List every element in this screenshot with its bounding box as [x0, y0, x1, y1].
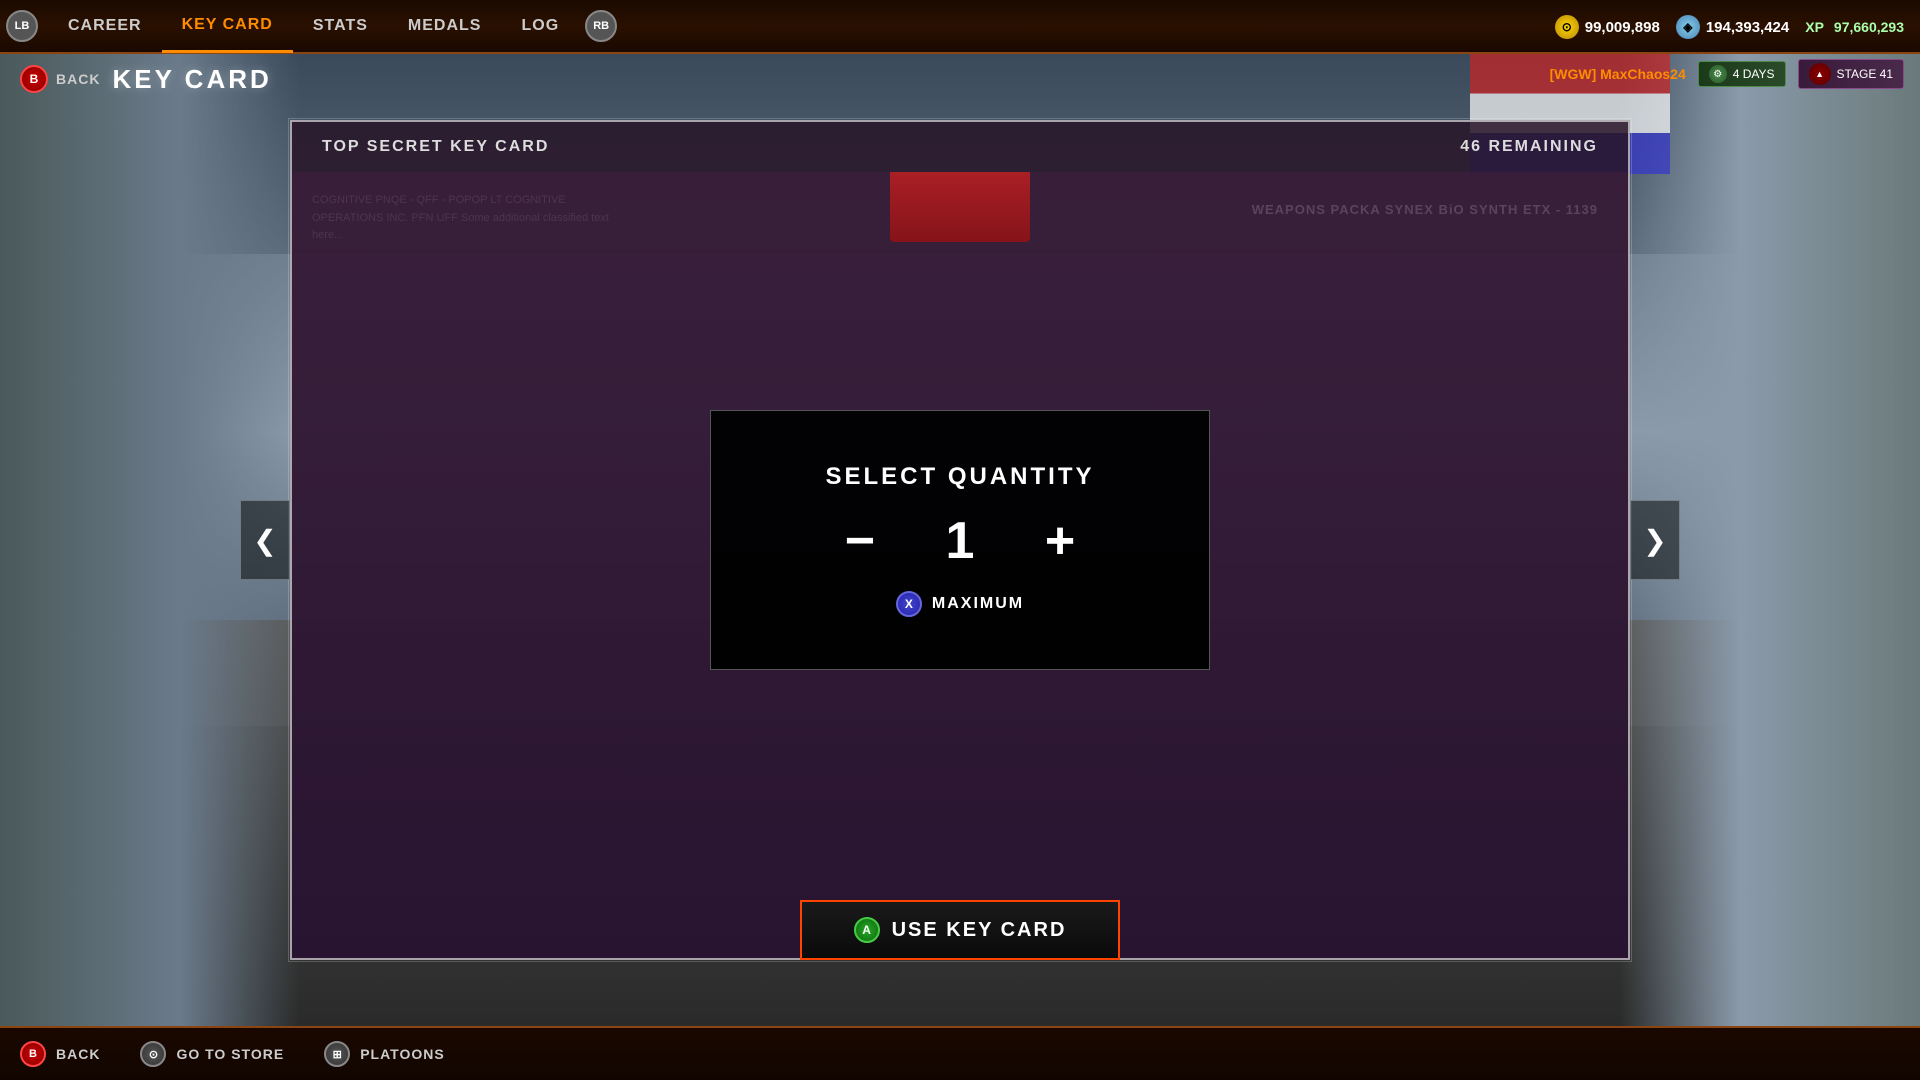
quantity-value: 1 — [930, 511, 990, 571]
days-badge: ⚙ 4 DAYS — [1698, 61, 1786, 87]
next-card-arrow[interactable]: ❯ — [1630, 500, 1680, 580]
maximum-button[interactable]: X MAXIMUM — [896, 591, 1024, 617]
platoons-label: PLATOONS — [360, 1046, 445, 1062]
nav-item-career[interactable]: CAREER — [48, 0, 162, 53]
use-keycard-label: USE KEY CARD — [892, 919, 1067, 942]
gem-value: 194,393,424 — [1706, 19, 1789, 36]
lb-button[interactable]: LB — [6, 10, 38, 42]
stage-icon: ▲ — [1809, 63, 1831, 85]
currency-display: ⊙ 99,009,898 ◈ 194,393,424 XP 97,660,293 — [1555, 0, 1920, 54]
plus-button[interactable]: + — [1030, 511, 1090, 571]
days-icon: ⚙ — [1709, 65, 1727, 83]
xp-value: 97,660,293 — [1834, 19, 1904, 35]
gem-icon: ◈ — [1676, 15, 1700, 39]
nav-item-log[interactable]: LOG — [501, 0, 579, 53]
bottom-platoon-icon: ⊞ — [324, 1041, 350, 1067]
left-arrow-icon: ❮ — [253, 524, 276, 557]
bottom-back-label: BACK — [56, 1046, 100, 1062]
coin-currency: ⊙ 99,009,898 — [1555, 15, 1660, 39]
go-to-store-button[interactable]: ⊙ GO TO STORE — [140, 1041, 284, 1067]
right-arrow-icon: ❯ — [1643, 524, 1666, 557]
nav-item-medals[interactable]: MEDALS — [388, 0, 502, 53]
card-title: TOP SECRET KEY CARD — [322, 138, 549, 156]
bottom-b-icon: B — [20, 1041, 46, 1067]
back-label: BACK — [56, 71, 100, 87]
modal-title: SELECT QUANTITY — [825, 463, 1094, 491]
coin-icon: ⊙ — [1555, 15, 1579, 39]
card-header-info: TOP SECRET KEY CARD 46 REMAINING — [292, 138, 1628, 156]
prev-card-arrow[interactable]: ❮ — [240, 500, 290, 580]
rb-button[interactable]: RB — [585, 10, 617, 42]
page-header: B BACK KEY CARD — [0, 54, 272, 104]
nav-items: CAREER KEY CARD STATS MEDALS LOG — [48, 0, 579, 53]
back-button-header[interactable]: B BACK — [20, 65, 100, 93]
user-info-bar: [WGW] MaxChaos24 ⚙ 4 DAYS ▲ STAGE 41 — [1550, 54, 1920, 94]
bottom-store-icon: ⊙ — [140, 1041, 166, 1067]
b-button-icon: B — [20, 65, 48, 93]
card-peek — [890, 172, 1030, 242]
bottom-bar: B BACK ⊙ GO TO STORE ⊞ PLATOONS — [0, 1026, 1920, 1080]
page-title: KEY CARD — [112, 64, 271, 95]
a-button-icon: A — [854, 917, 880, 943]
xp-currency: XP 97,660,293 — [1805, 19, 1904, 35]
quantity-modal: SELECT QUANTITY − 1 + X MAXIMUM — [710, 410, 1210, 670]
nav-item-stats[interactable]: STATS — [293, 0, 388, 53]
minus-button[interactable]: − — [830, 511, 890, 571]
nav-item-keycard[interactable]: KEY CARD — [162, 0, 293, 53]
bottom-back-button[interactable]: B BACK — [20, 1041, 100, 1067]
x-button-icon: X — [896, 591, 922, 617]
username: [WGW] MaxChaos24 — [1550, 66, 1686, 82]
coin-value: 99,009,898 — [1585, 19, 1660, 36]
stage-label: STAGE 41 — [1837, 67, 1893, 81]
xp-label: XP — [1805, 19, 1824, 35]
platoons-button[interactable]: ⊞ PLATOONS — [324, 1041, 445, 1067]
stage-badge: ▲ STAGE 41 — [1798, 59, 1904, 89]
maximum-label: MAXIMUM — [932, 595, 1024, 613]
quantity-controls: − 1 + — [830, 511, 1090, 571]
card-remaining: 46 REMAINING — [1460, 138, 1598, 156]
days-label: 4 DAYS — [1733, 67, 1775, 81]
card-panel: TOP SECRET KEY CARD 46 REMAINING COGNITI… — [290, 120, 1630, 960]
go-to-store-label: GO TO STORE — [176, 1046, 284, 1062]
use-keycard-button[interactable]: A USE KEY CARD — [800, 900, 1120, 960]
card-bg-text: COGNITIVE PNQE - QFF - POPOP LT COGNITIV… — [312, 192, 612, 245]
gem-currency: ◈ 194,393,424 — [1676, 15, 1789, 39]
weapons-pack-text: WEAPONS PACKA SYNEX BiO SYNTH ETX - 1139 — [1252, 202, 1598, 217]
